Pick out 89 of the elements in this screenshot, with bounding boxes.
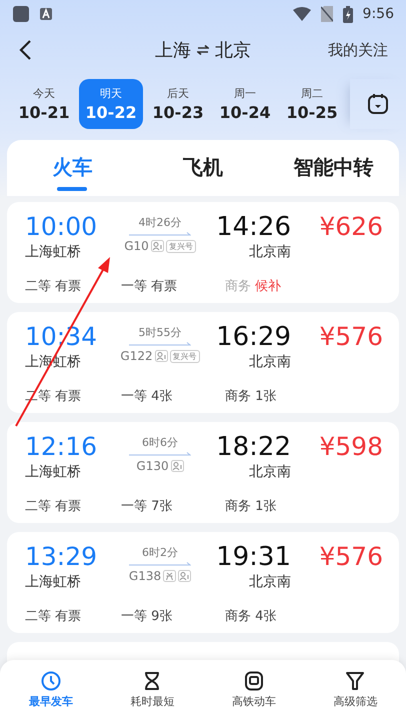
ticket-price: ¥576 (319, 322, 383, 352)
my-follows-link[interactable]: 我的关注 (328, 40, 388, 60)
seat-class: 一等 (121, 609, 147, 624)
seat-availability: 有票 (55, 279, 82, 294)
seat-availability: 1张 (255, 389, 276, 404)
seat-class: 二等 (25, 499, 51, 514)
sort-tab[interactable]: 高铁动车 (203, 660, 304, 720)
ticket-price: ¥576 (319, 542, 383, 572)
clock-icon (40, 671, 61, 691)
exchange-icon (163, 570, 176, 582)
trip-duration: 4时26分 (138, 215, 182, 230)
notification-icon (40, 8, 52, 20)
departure-time: 12:16 (25, 432, 98, 462)
arrival-time: 16:29 (216, 322, 291, 352)
no-sim-icon (320, 6, 333, 22)
calendar-icon[interactable] (367, 93, 389, 115)
seat-availability: 有票 (55, 389, 82, 404)
route-line (129, 562, 191, 566)
arrival-station: 北京南 (249, 573, 291, 591)
train-card[interactable]: 13:29 上海虹桥 6时2分 G138 19:31 北京南 ¥576 二等 有票 一等 9张 商务 4张 (7, 532, 399, 633)
train-icon (244, 671, 264, 691)
battery-icon (342, 6, 353, 22)
departure-station: 上海虹桥 (25, 243, 82, 261)
seat-class: 一等 (121, 389, 147, 404)
seat-availability: 7张 (151, 499, 172, 514)
ticket-price: ¥626 (319, 212, 383, 242)
train-card[interactable]: 10:00 上海虹桥 4时26分 G10 复兴号 14:26 北京南 ¥626 二等 有票 一等 有票 商务 候补 (7, 202, 399, 303)
trip-duration: 5时55分 (138, 325, 182, 340)
date-tab[interactable]: 明天 10-22 (79, 79, 143, 129)
arrival-station: 北京南 (249, 243, 291, 261)
seat-class: 商务 (225, 389, 251, 404)
destination-city: 北京 (215, 39, 251, 62)
seat-class: 二等 (25, 609, 51, 624)
arrival-station: 北京南 (249, 463, 291, 481)
seat-availability: 有票 (55, 609, 82, 624)
train-number: G10 (124, 239, 149, 253)
origin-city: 上海 (155, 39, 191, 62)
route-line (129, 342, 191, 346)
seat-class: 一等 (121, 279, 147, 294)
date-tab[interactable]: 今天 10-21 (12, 79, 76, 129)
sort-tab[interactable]: 耗时最短 (102, 660, 203, 720)
sort-tab[interactable]: 最早发车 (0, 660, 102, 720)
seat-class: 二等 (25, 279, 51, 294)
arrival-station: 北京南 (249, 353, 291, 371)
arrival-time: 18:22 (216, 432, 291, 462)
person-icon (150, 240, 164, 252)
train-number: G122 (120, 349, 153, 363)
status-time: 9:56 (362, 6, 394, 22)
person-icon (170, 460, 184, 472)
seat-availability: 4张 (151, 389, 172, 404)
departure-time: 13:29 (25, 542, 98, 572)
arrival-time: 14:26 (216, 212, 291, 242)
sort-tab[interactable]: 高级筛选 (304, 660, 406, 720)
seat-availability: 4张 (255, 609, 276, 624)
ticket-price: ¥598 (319, 432, 383, 462)
departure-station: 上海虹桥 (25, 463, 82, 481)
app-icon (12, 5, 30, 23)
seat-availability: 有票 (55, 499, 82, 514)
date-tab[interactable]: 后天 10-23 (146, 79, 210, 129)
train-type-tag: 复兴号 (166, 240, 196, 252)
route-line (129, 452, 191, 456)
departure-station: 上海虹桥 (25, 573, 82, 591)
person-icon (178, 570, 192, 582)
wifi-icon (292, 7, 311, 21)
person-icon (154, 350, 168, 362)
departure-time: 10:00 (25, 212, 98, 242)
swap-icon[interactable] (197, 45, 209, 55)
seat-class: 商务 (225, 279, 251, 294)
transport-tab[interactable]: 智能中转 (268, 140, 400, 196)
transport-tab[interactable]: 飞机 (138, 140, 268, 196)
train-number: G138 (128, 569, 162, 583)
train-number: G130 (136, 459, 169, 473)
date-tab[interactable]: 周一 10-24 (213, 79, 277, 129)
transport-tab[interactable]: 火车 (7, 140, 138, 196)
train-type-tag: 复兴号 (170, 350, 200, 362)
seat-availability: 1张 (255, 499, 276, 514)
trip-duration: 6时6分 (142, 435, 178, 450)
seat-availability: 有票 (151, 279, 178, 294)
arrival-time: 19:31 (216, 542, 291, 572)
seat-class: 一等 (121, 499, 147, 514)
seat-class: 商务 (225, 499, 251, 514)
filter-icon (345, 671, 366, 691)
train-card[interactable]: 12:16 上海虹桥 6时6分 G130 18:22 北京南 ¥598 二等 有票 一等 7张 商务 1张 (7, 422, 399, 523)
seat-class: 商务 (225, 609, 251, 624)
trip-duration: 6时2分 (142, 545, 178, 560)
seat-availability: 候补 (255, 279, 282, 294)
seat-availability: 9张 (151, 609, 172, 624)
route-line (129, 232, 191, 236)
date-tab[interactable]: 周二 10-25 (280, 79, 344, 129)
